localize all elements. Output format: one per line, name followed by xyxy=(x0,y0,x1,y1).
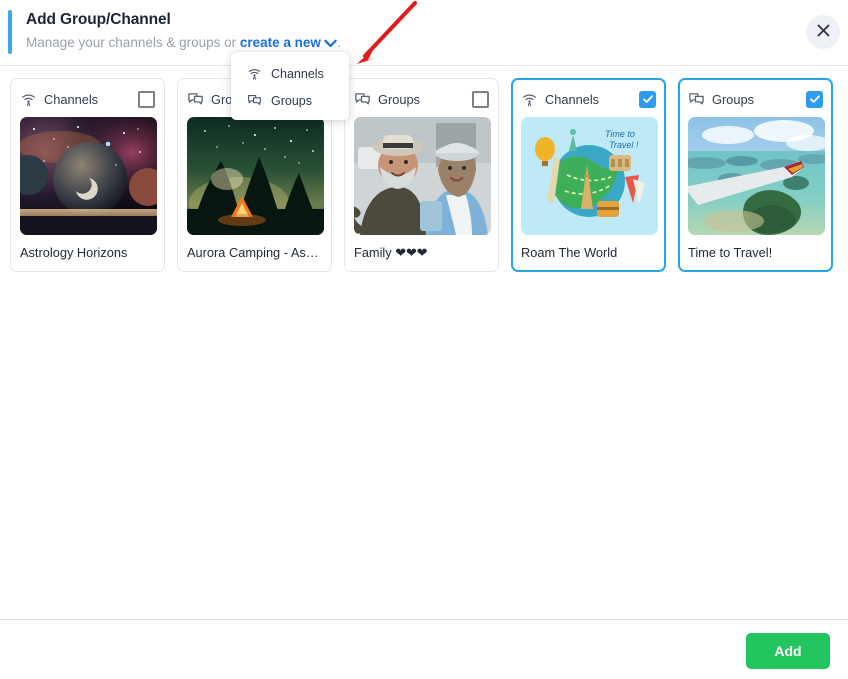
dropdown-item-channels-label: Channels xyxy=(271,66,324,81)
chat-bubbles-icon xyxy=(247,93,262,108)
card-roam-the-world[interactable]: Channels Time to Travel ! Roam The World xyxy=(511,78,666,272)
channel-group-card-list: Channels Astrology Horizons Aurora Campi… xyxy=(0,66,848,272)
card-checkbox[interactable] xyxy=(472,90,489,108)
card-type-label: Channels xyxy=(545,91,600,107)
card-title: Astrology Horizons xyxy=(20,245,128,260)
card-thumbnail xyxy=(688,117,825,235)
create-new-dropdown-menu[interactable]: Channels Groups xyxy=(231,52,349,120)
dialog-subtitle: Manage your channels & groups or create … xyxy=(26,33,341,54)
card-checkbox[interactable] xyxy=(138,90,155,108)
card-checkbox[interactable] xyxy=(639,90,656,108)
card-header: Groups xyxy=(688,88,823,110)
add-group-channel-dialog: Add Group/Channel Manage your channels &… xyxy=(0,0,848,679)
card-type-label: Channels xyxy=(44,91,99,107)
card-thumbnail: Time to Travel ! xyxy=(521,117,658,235)
card-thumbnail xyxy=(187,117,324,235)
header-accent-bar xyxy=(8,10,12,54)
close-icon xyxy=(816,23,831,41)
broadcast-icon xyxy=(20,91,37,108)
card-header: Channels xyxy=(521,88,656,110)
create-a-new-label: create a new xyxy=(239,35,321,50)
card-thumbnail xyxy=(20,117,157,235)
dialog-header: Add Group/Channel Manage your channels &… xyxy=(0,0,848,66)
svg-text:Travel !: Travel ! xyxy=(609,140,639,150)
create-a-new-link[interactable]: create a new xyxy=(240,35,337,50)
card-family[interactable]: Groups Family ❤❤❤ xyxy=(344,78,499,272)
card-title: Aurora Camping - As… xyxy=(187,245,319,260)
subtitle-suffix-text: . xyxy=(336,35,341,50)
card-thumbnail xyxy=(354,117,491,235)
card-header: Channels xyxy=(20,88,155,110)
card-title: Family ❤❤❤ xyxy=(354,245,428,260)
card-type-label: Groups xyxy=(712,91,754,107)
card-title: Time to Travel! xyxy=(688,245,773,260)
svg-text:Time to: Time to xyxy=(605,129,635,139)
card-time-to-travel[interactable]: Groups Time to Travel! xyxy=(678,78,833,272)
card-type-label: Groups xyxy=(378,91,420,107)
card-header: Groups xyxy=(354,88,489,110)
add-button[interactable]: Add xyxy=(746,633,830,669)
chevron-down-icon xyxy=(324,34,337,54)
card-checkbox[interactable] xyxy=(806,90,823,108)
dialog-footer: Add xyxy=(0,619,848,679)
chat-bubbles-icon xyxy=(688,91,705,108)
dropdown-item-groups[interactable]: Groups xyxy=(231,87,349,114)
broadcast-icon xyxy=(247,66,262,81)
header-text-group: Add Group/Channel Manage your channels &… xyxy=(26,9,341,54)
page-title: Add Group/Channel xyxy=(26,11,171,28)
chat-bubbles-icon xyxy=(187,91,204,108)
close-button[interactable] xyxy=(806,15,840,49)
check-icon xyxy=(642,95,653,103)
subtitle-prefix-text: Manage your channels & groups or xyxy=(26,35,240,50)
check-icon xyxy=(809,95,820,103)
dropdown-item-channels[interactable]: Channels xyxy=(231,60,349,87)
card-astrology-horizons[interactable]: Channels Astrology Horizons xyxy=(10,78,165,272)
broadcast-icon xyxy=(521,91,538,108)
dropdown-item-groups-label: Groups xyxy=(271,93,312,108)
chat-bubbles-icon xyxy=(354,91,371,108)
card-title: Roam The World xyxy=(521,245,618,260)
